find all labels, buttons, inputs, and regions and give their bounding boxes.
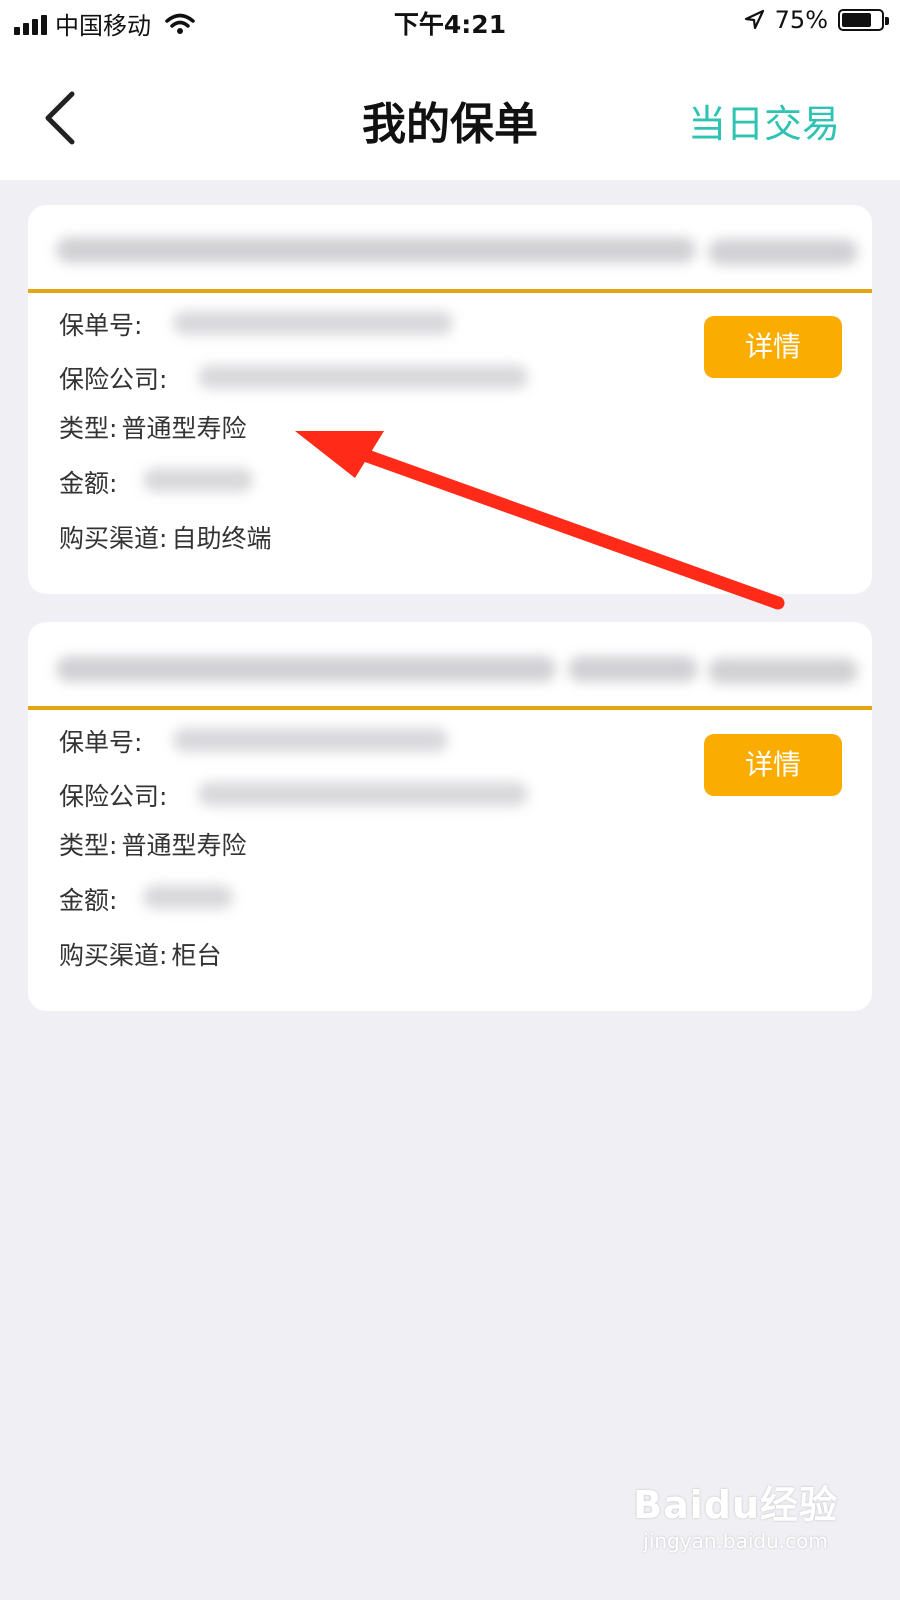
purchase-channel-label: 购买渠道: bbox=[59, 524, 168, 553]
today-transactions-link[interactable]: 当日交易 bbox=[688, 93, 840, 148]
policy-card: 保单号: 保险公司: 类型: 普通型寿险 金额: 购买渠道: 自助终端 详情 bbox=[28, 205, 872, 594]
amount-row: 金额: bbox=[59, 881, 117, 917]
nav-bar: 我的保单 当日交易 bbox=[0, 46, 900, 180]
policy-card: 保单号: 保险公司: 类型: 普通型寿险 金额: 购买渠道: 柜台 详情 bbox=[28, 622, 872, 1011]
status-bar: 中国移动 下午4:21 75% bbox=[0, 0, 900, 46]
baidu-watermark: Baidu经验 jingyan.baidu.com bbox=[633, 1474, 838, 1553]
insurance-company-row: 保险公司: bbox=[59, 777, 167, 813]
location-arrow-icon bbox=[744, 9, 764, 30]
purchase-channel-value: 柜台 bbox=[171, 941, 222, 970]
purchase-channel-value: 自助终端 bbox=[171, 524, 272, 553]
policy-type-row: 类型: 普通型寿险 bbox=[59, 826, 246, 862]
policy-type-label: 类型: bbox=[59, 414, 118, 443]
amount-label: 金额: bbox=[59, 469, 118, 498]
policy-type-row: 类型: 普通型寿险 bbox=[59, 409, 246, 445]
policy-card-header bbox=[28, 205, 872, 291]
purchase-channel-row: 购买渠道: 柜台 bbox=[59, 936, 221, 972]
card-divider bbox=[28, 289, 872, 293]
detail-button[interactable]: 详情 bbox=[704, 734, 842, 796]
policy-type-label: 类型: bbox=[59, 831, 118, 860]
amount-label: 金额: bbox=[59, 886, 118, 915]
policy-type-value: 普通型寿险 bbox=[121, 414, 247, 443]
insurance-company-row: 保险公司: bbox=[59, 360, 167, 396]
battery-percent: 75% bbox=[774, 6, 828, 34]
policy-number-row: 保单号: bbox=[59, 723, 142, 759]
policy-card-header bbox=[28, 622, 872, 708]
status-right: 75% bbox=[743, 6, 889, 34]
battery-level-fill bbox=[842, 13, 871, 27]
watermark-logo: Baidu经验 bbox=[633, 1483, 838, 1527]
purchase-channel-row: 购买渠道: 自助终端 bbox=[59, 519, 271, 555]
card-divider bbox=[28, 706, 872, 710]
policy-number-label: 保单号: bbox=[59, 311, 143, 340]
detail-button[interactable]: 详情 bbox=[704, 316, 842, 378]
amount-row: 金额: bbox=[59, 464, 117, 500]
insurance-company-label: 保险公司: bbox=[59, 782, 168, 811]
insurance-company-label: 保险公司: bbox=[59, 365, 168, 394]
battery-icon bbox=[838, 9, 889, 31]
purchase-channel-label: 购买渠道: bbox=[59, 941, 168, 970]
watermark-url: jingyan.baidu.com bbox=[643, 1529, 828, 1553]
policy-type-value: 普通型寿险 bbox=[121, 831, 247, 860]
policy-number-label: 保单号: bbox=[59, 728, 143, 757]
policy-number-row: 保单号: bbox=[59, 306, 142, 342]
